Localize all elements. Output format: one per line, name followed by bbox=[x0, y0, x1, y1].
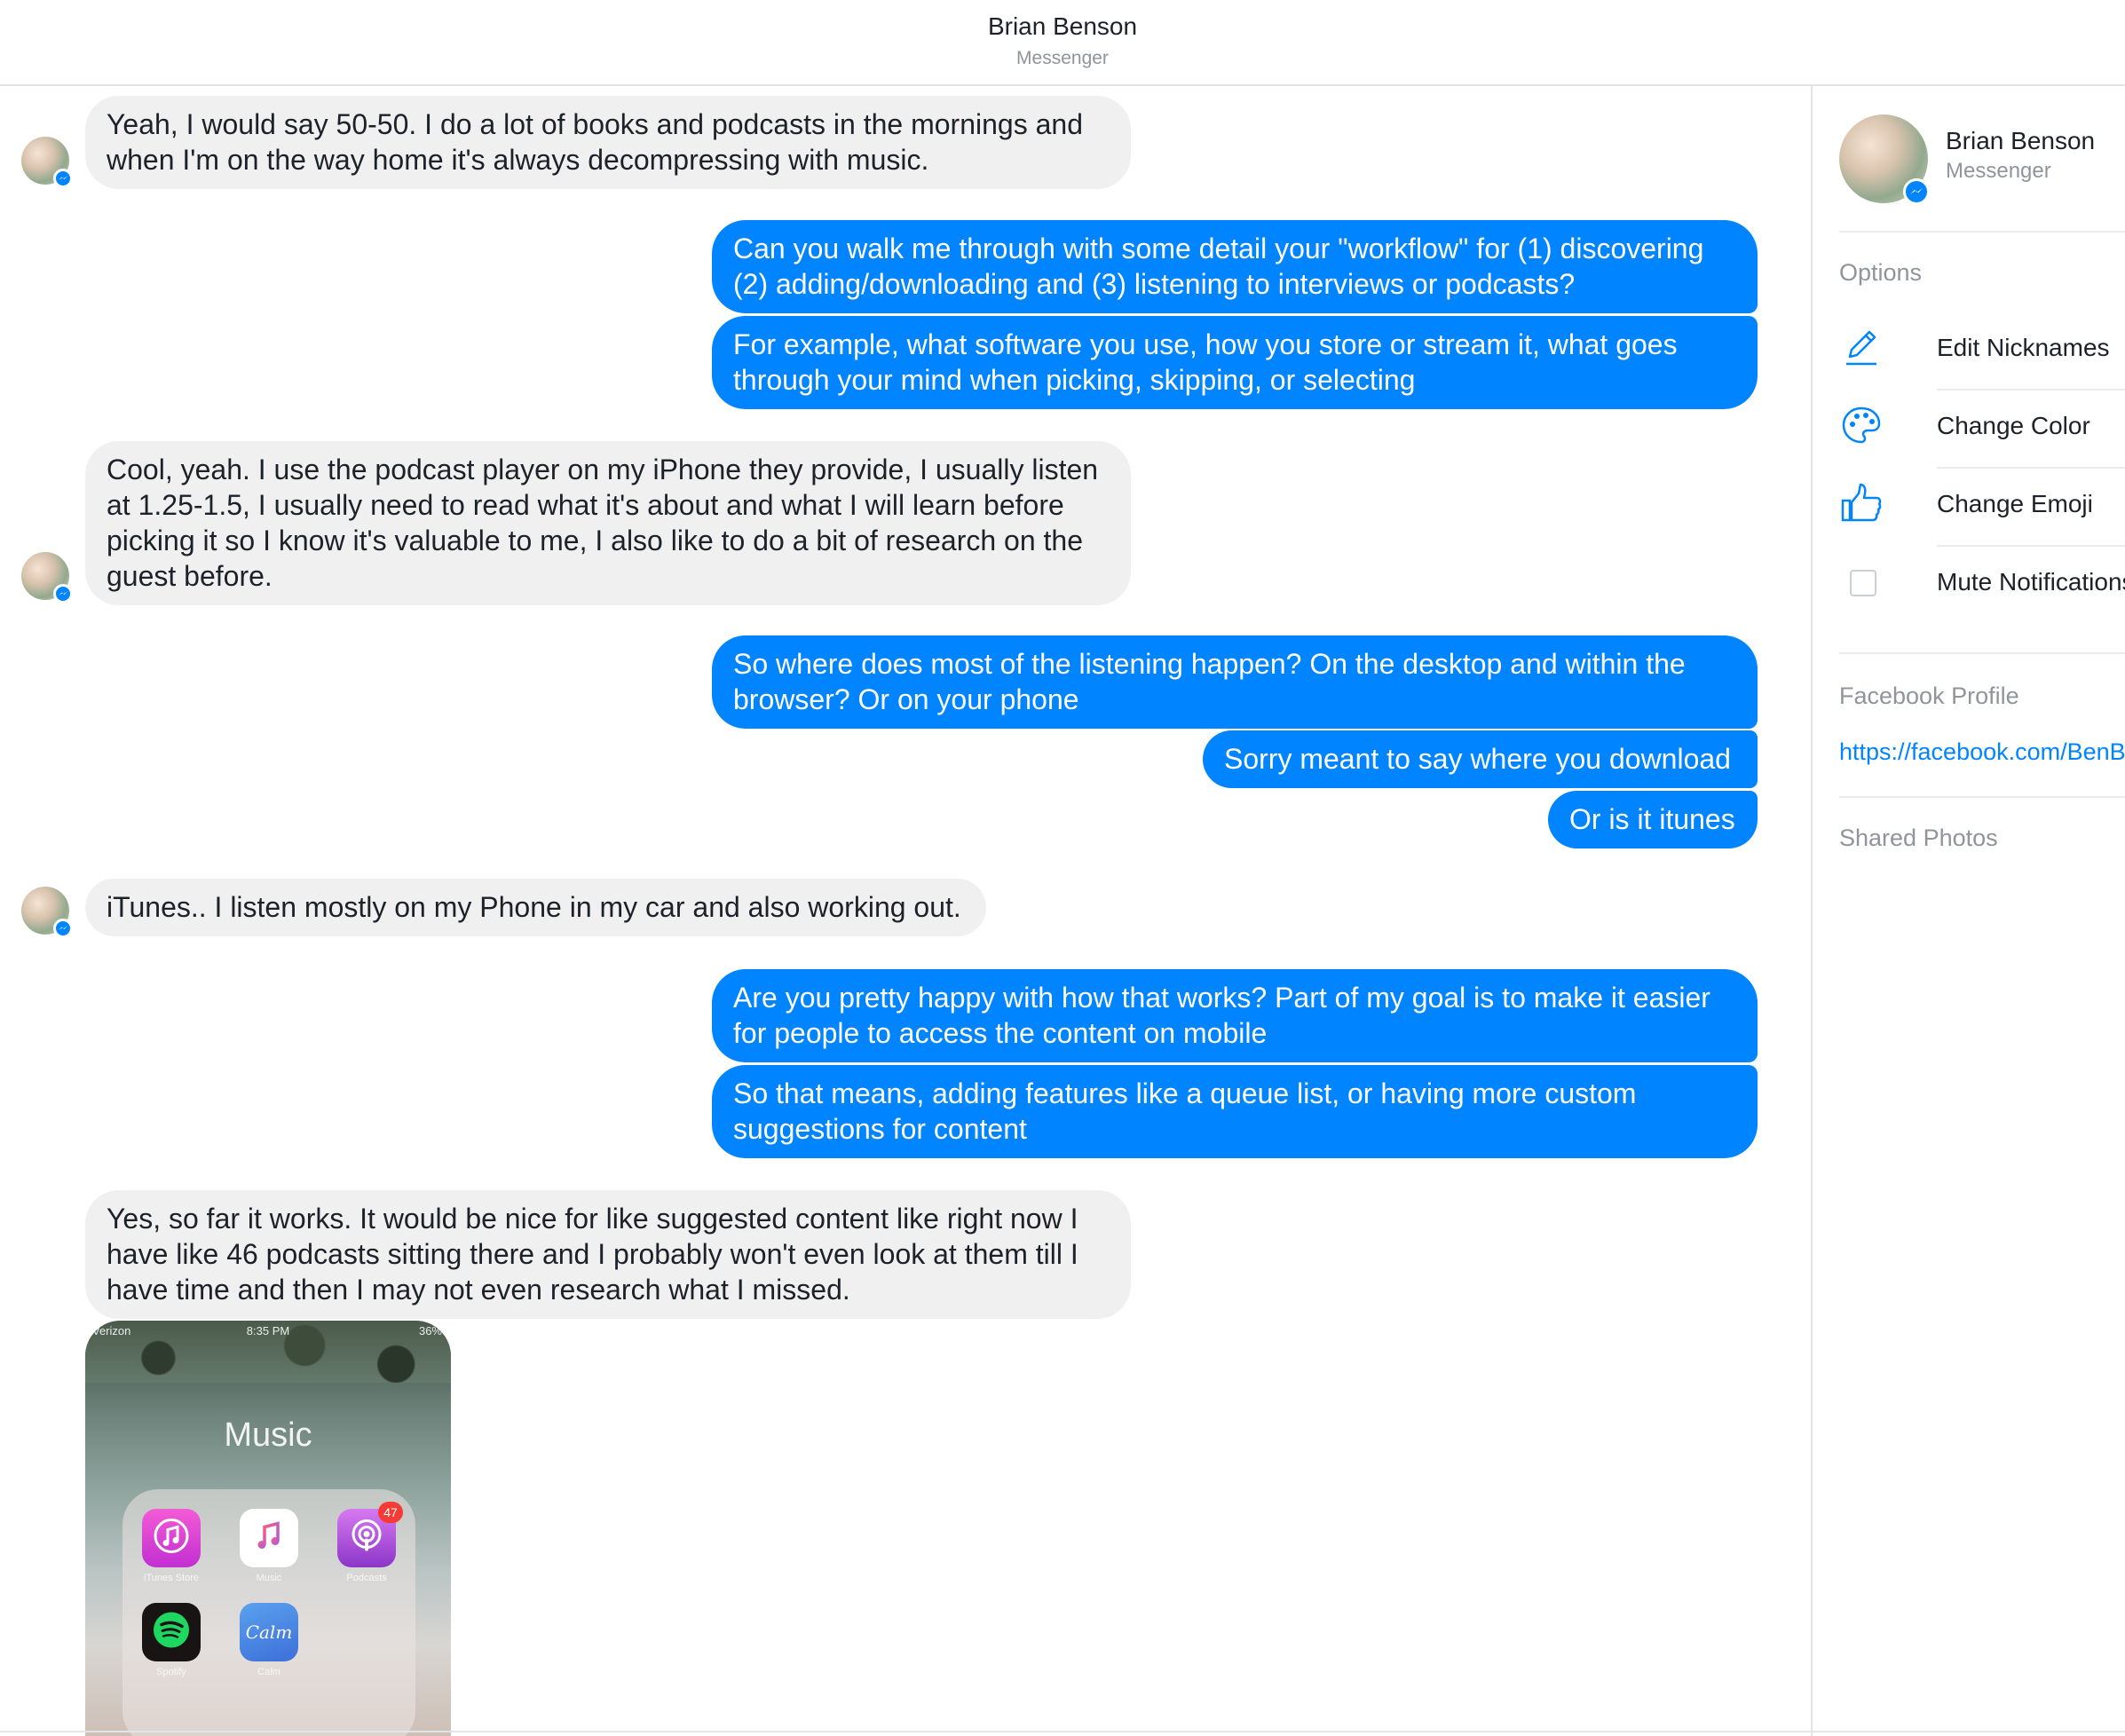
divider bbox=[1839, 796, 2125, 798]
messenger-badge-icon bbox=[53, 919, 73, 938]
message-incoming[interactable]: iTunes.. I listen mostly on my Phone in … bbox=[85, 879, 986, 936]
app-itunes-store: iTunes Store bbox=[142, 1509, 201, 1583]
itunes-store-icon bbox=[142, 1509, 201, 1567]
app-label: Calm bbox=[257, 1667, 280, 1677]
contact-name[interactable]: Brian Benson bbox=[1946, 127, 2095, 155]
message-outgoing[interactable]: Sorry meant to say where you download bbox=[1203, 730, 1758, 788]
option-label: Change Emoji bbox=[1937, 490, 2093, 517]
battery-label: 36% bbox=[418, 1324, 442, 1338]
app-spotify: Spotify bbox=[142, 1603, 201, 1677]
podcasts-app-icon: 47 bbox=[337, 1502, 403, 1567]
folder-name: Music bbox=[224, 1416, 312, 1454]
message-incoming[interactable]: Cool, yeah. I use the podcast player on … bbox=[85, 441, 1131, 605]
calm-logo-text: Calm bbox=[245, 1622, 293, 1643]
messenger-badge-icon bbox=[53, 169, 73, 188]
shared-photo[interactable]: Verizon 8:35 PM 36% Music iTunes Store M… bbox=[85, 1321, 451, 1736]
message-outgoing[interactable]: For example, what software you use, how … bbox=[712, 316, 1758, 409]
option-mute-notifications[interactable]: Mute Notifications bbox=[1839, 547, 2125, 625]
phone-status-bar: Verizon 8:35 PM 36% bbox=[85, 1324, 451, 1342]
app-label: Music bbox=[256, 1573, 282, 1583]
app-label: iTunes Store bbox=[144, 1573, 199, 1583]
contact-subtitle: Messenger bbox=[1946, 159, 2051, 183]
pencil-icon bbox=[1839, 325, 1884, 369]
option-edit-nicknames[interactable]: Edit Nicknames bbox=[1839, 312, 2125, 391]
message-list[interactable]: Yeah, I would say 50-50. I do a lot of b… bbox=[0, 86, 1811, 1736]
message-incoming[interactable]: Yes, so far it works. It would be nice f… bbox=[85, 1190, 1131, 1319]
app-label: Spotify bbox=[156, 1667, 186, 1677]
mute-checkbox[interactable] bbox=[1850, 570, 1876, 596]
conversation-subtitle: Messenger bbox=[1016, 48, 1109, 68]
option-label: Mute Notifications bbox=[1937, 568, 2125, 596]
shared-photos-heading: Shared Photos bbox=[1839, 825, 1998, 851]
contact-avatar[interactable] bbox=[21, 887, 73, 938]
app-label: Podcasts bbox=[346, 1573, 387, 1583]
conversation-header: Brian Benson Messenger bbox=[0, 0, 2125, 86]
app-calm: Calm Calm bbox=[240, 1603, 298, 1677]
contact-avatar-large[interactable] bbox=[1839, 114, 1930, 205]
music-app-icon bbox=[240, 1509, 298, 1567]
notification-badge: 47 bbox=[378, 1502, 403, 1523]
conversation-info-panel: Brian Benson Messenger Options Edit Nick… bbox=[1811, 86, 2125, 1736]
message-incoming[interactable]: Yeah, I would say 50-50. I do a lot of b… bbox=[85, 96, 1131, 189]
message-outgoing[interactable]: Are you pretty happy with how that works… bbox=[712, 969, 1758, 1062]
thumbs-up-icon bbox=[1839, 481, 1884, 525]
message-outgoing[interactable]: Or is it itunes bbox=[1548, 791, 1758, 848]
message-outgoing[interactable]: So that means, adding features like a qu… bbox=[712, 1065, 1758, 1158]
option-label: Edit Nicknames bbox=[1937, 334, 2110, 361]
palette-icon bbox=[1839, 403, 1884, 447]
option-change-color[interactable]: Change Color bbox=[1839, 391, 2125, 469]
messenger-badge-icon bbox=[53, 584, 73, 604]
divider bbox=[1839, 652, 2125, 654]
facebook-profile-heading: Facebook Profile bbox=[1839, 683, 2019, 709]
app-folder: iTunes Store Music 47 Podcasts Spotify C… bbox=[122, 1489, 415, 1736]
calm-app-icon: Calm bbox=[240, 1603, 298, 1661]
spotify-app-icon bbox=[142, 1603, 201, 1661]
time-label: 8:35 PM bbox=[246, 1324, 290, 1338]
contact-avatar[interactable] bbox=[21, 137, 73, 188]
messenger-badge-icon bbox=[1903, 178, 1930, 205]
options-heading: Options bbox=[1839, 259, 1923, 286]
option-label: Change Color bbox=[1937, 412, 2090, 439]
app-music: Music bbox=[240, 1509, 298, 1583]
option-change-emoji[interactable]: Change Emoji bbox=[1839, 469, 2125, 547]
contact-avatar[interactable] bbox=[21, 552, 73, 604]
app-podcasts: 47 Podcasts bbox=[337, 1502, 403, 1583]
message-outgoing[interactable]: Can you walk me through with some detail… bbox=[712, 220, 1758, 313]
message-outgoing[interactable]: So where does most of the listening happ… bbox=[712, 635, 1758, 729]
divider bbox=[1839, 231, 2125, 233]
facebook-profile-link[interactable]: https://facebook.com/BenB bbox=[1839, 738, 2125, 766]
conversation-title[interactable]: Brian Benson bbox=[0, 12, 2125, 41]
bottom-divider bbox=[0, 1731, 2125, 1732]
